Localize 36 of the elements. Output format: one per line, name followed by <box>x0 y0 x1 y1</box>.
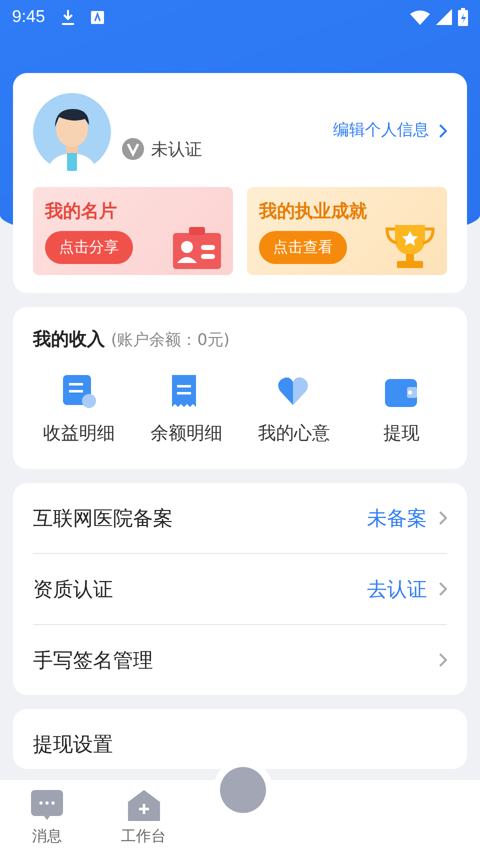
id-card-icon <box>173 227 221 269</box>
account-balance: (账户余额：0元) <box>111 330 230 351</box>
menu-row[interactable]: 互联网医院备案 未备案 <box>33 483 447 553</box>
income-action[interactable]: 我的心意 <box>240 373 348 445</box>
menu-value: 去认证 <box>367 576 427 602</box>
panel-title: 我的执业成就 <box>259 200 368 223</box>
income-action[interactable]: 余额明细 <box>132 373 240 445</box>
house-plus-icon <box>128 790 160 821</box>
menu-row[interactable]: 手写签名管理 <box>33 624 447 695</box>
chat-icon <box>31 790 63 821</box>
wifi-icon <box>410 10 430 24</box>
chevron-right-icon <box>437 510 447 526</box>
edit-profile-link[interactable]: 编辑个人信息 <box>333 120 447 141</box>
battery-icon <box>458 8 468 26</box>
bill-icon <box>60 373 97 409</box>
tab-item[interactable]: 消息 <box>25 780 69 853</box>
panel-title: 我的名片 <box>45 200 118 223</box>
menu-label: 资质认证 <box>33 576 113 602</box>
menu-row[interactable]: 资质认证 去认证 <box>33 553 447 624</box>
menu-value: 未备案 <box>367 504 427 532</box>
income-action[interactable]: 提现 <box>348 373 455 445</box>
section-title: 我的收入 <box>33 328 105 351</box>
status-time: 9:45 <box>12 7 46 27</box>
keyboard-icon <box>91 10 104 24</box>
menu-label: 互联网医院备案 <box>33 504 173 532</box>
chevron-right-icon <box>437 581 447 597</box>
section-title: 提现设置 <box>33 732 113 756</box>
v-badge-icon <box>121 137 145 161</box>
signal-icon <box>436 9 452 25</box>
download-icon <box>61 9 76 25</box>
tab-item[interactable]: 工作台 <box>115 780 172 853</box>
income-action[interactable]: 收益明细 <box>25 373 132 445</box>
menu-label: 手写签名管理 <box>33 646 153 674</box>
chevron-right-icon <box>437 652 447 668</box>
chevron-right-icon <box>437 122 447 138</box>
verification-status: 未认证 <box>151 138 202 160</box>
